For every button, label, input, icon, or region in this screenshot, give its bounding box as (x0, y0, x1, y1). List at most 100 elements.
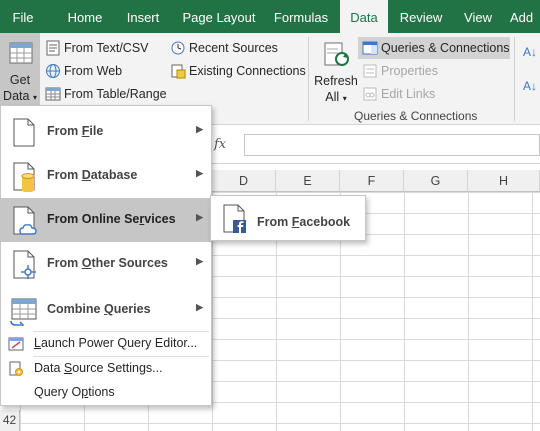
label-part: From (47, 168, 82, 182)
menu-item-from-facebook[interactable]: From Facebook (211, 196, 365, 240)
label-part: ile (89, 124, 104, 138)
tab-file[interactable]: File (0, 0, 46, 33)
menu-item-label: From Other Sources (47, 256, 168, 270)
refresh-icon (324, 42, 349, 66)
table-icon (45, 87, 61, 101)
label-part: Combine (47, 302, 104, 316)
label-part: tions (88, 385, 115, 399)
ribbon-tab-bar: File Home Insert Page Layout Formulas Da… (0, 0, 540, 33)
menu-item-combine-queries[interactable]: Combine Queries ▶ (1, 288, 211, 332)
column-header-h[interactable]: H (468, 170, 540, 192)
tab-add-ins[interactable]: Add (510, 0, 540, 33)
column-header-g[interactable]: G (404, 170, 468, 192)
existing-connections-button[interactable]: Existing Connections (170, 60, 306, 82)
dropdown-caret-icon: ▾ (342, 94, 347, 103)
connections-icon (171, 64, 186, 79)
label-accel: L (34, 336, 41, 350)
facebook-icon (223, 204, 246, 233)
existing-connections-label: Existing Connections (189, 64, 306, 78)
menu-item-query-options[interactable]: Query Options (1, 381, 211, 405)
tab-formulas[interactable]: Formulas (267, 0, 335, 33)
database-icon (13, 162, 35, 192)
column-header-e[interactable]: E (276, 170, 340, 192)
submenu-arrow-icon: ▶ (196, 256, 203, 266)
menu-item-launch-power-query-editor[interactable]: Launch Power Query Editor... (1, 332, 211, 356)
menu-item-label: Query Options (34, 385, 115, 399)
submenu-arrow-icon: ▶ (196, 168, 203, 178)
combine-queries-icon (10, 298, 37, 326)
globe-icon (46, 64, 60, 78)
get-data-button[interactable]: Get Data ▾ (0, 33, 40, 105)
label-part: atabase (90, 168, 138, 182)
label-part: Data (34, 361, 64, 375)
data-source-settings-icon (9, 361, 23, 376)
ribbon-separator (514, 37, 515, 121)
recent-sources-label: Recent Sources (189, 41, 278, 55)
file-icon (13, 118, 35, 147)
from-text-csv-label: From Text/CSV (64, 41, 149, 55)
menu-item-label: Combine Queries (47, 302, 151, 316)
label-part: From (47, 124, 82, 138)
get-data-label-1: Get (9, 73, 31, 87)
tab-home[interactable]: Home (54, 0, 116, 33)
menu-item-label: From Database (47, 168, 137, 182)
from-web-label: From Web (64, 64, 123, 78)
from-table-range-label: From Table/Range (64, 87, 167, 101)
tab-insert[interactable]: Insert (117, 0, 169, 33)
properties-button[interactable]: Properties (362, 60, 438, 82)
label-part: Query O (34, 385, 82, 399)
menu-item-label: From File (47, 124, 103, 138)
properties-icon (363, 64, 377, 78)
tab-view[interactable]: View (455, 0, 501, 33)
online-services-submenu: From Facebook (210, 195, 366, 241)
menu-item-from-database[interactable]: From Database ▶ (1, 154, 211, 198)
dropdown-caret-icon: ▾ (32, 93, 37, 102)
label-accel: S (63, 361, 73, 375)
menu-item-data-source-settings[interactable]: Data Source Settings... (1, 357, 211, 381)
get-data-label-2: Data (3, 89, 30, 103)
submenu-arrow-icon: ▶ (196, 212, 203, 222)
column-header-d[interactable]: D (212, 170, 276, 192)
fx-icon[interactable]: fx (214, 137, 226, 152)
from-text-csv-button[interactable]: From Text/CSV (45, 37, 149, 59)
recent-sources-button[interactable]: Recent Sources (170, 37, 278, 59)
get-data-icon (9, 42, 33, 64)
submenu-arrow-icon: ▶ (196, 124, 203, 134)
refresh-label-2: All (325, 90, 340, 104)
cloud-file-icon (13, 206, 37, 235)
text-file-icon (46, 40, 60, 56)
edit-links-button[interactable]: Edit Links (362, 83, 435, 105)
get-data-menu: From File ▶ From Database ▶ From Online … (0, 105, 212, 406)
sort-za-icon[interactable]: A↓ (523, 79, 537, 93)
label-part: acebook (299, 215, 351, 229)
refresh-all-button[interactable]: Refresh All ▾ (314, 33, 358, 105)
label-accel: D (81, 168, 91, 182)
tab-page-layout[interactable]: Page Layout (176, 0, 262, 33)
edit-links-icon (363, 87, 377, 101)
refresh-label-1: Refresh (314, 74, 358, 88)
label-part: aunch Power Query Editor... (40, 336, 198, 350)
menu-item-from-online-services[interactable]: From Online Services ▶ (1, 198, 211, 242)
menu-item-from-other-sources[interactable]: From Other Sources ▶ (1, 242, 211, 286)
power-query-editor-icon (8, 337, 24, 351)
from-table-range-button[interactable]: From Table/Range (45, 83, 167, 105)
label-part: vices (144, 212, 176, 226)
label-part: From Online Se (47, 212, 140, 226)
tab-data[interactable]: Data (340, 0, 388, 33)
edit-links-label: Edit Links (381, 87, 436, 101)
queries-connections-button[interactable]: Queries & Connections (362, 37, 510, 59)
formula-input[interactable] (244, 134, 540, 156)
label-part: From (257, 215, 292, 229)
tab-review[interactable]: Review (392, 0, 450, 33)
label-part: ther Sources (91, 256, 168, 270)
get-data-label-2-wrap: Data ▾ (0, 89, 40, 103)
queries-pane-icon (362, 41, 378, 55)
menu-item-label: Launch Power Query Editor... (34, 336, 197, 350)
menu-item-from-file[interactable]: From File ▶ (1, 110, 211, 154)
label-accel: Q (103, 302, 114, 316)
from-web-button[interactable]: From Web (45, 60, 122, 82)
column-header-f[interactable]: F (340, 170, 404, 192)
queries-group-label: Queries & Connections (354, 109, 478, 123)
sort-az-icon[interactable]: A↓ (523, 45, 537, 59)
row-header-42[interactable]: 42 (0, 410, 20, 431)
